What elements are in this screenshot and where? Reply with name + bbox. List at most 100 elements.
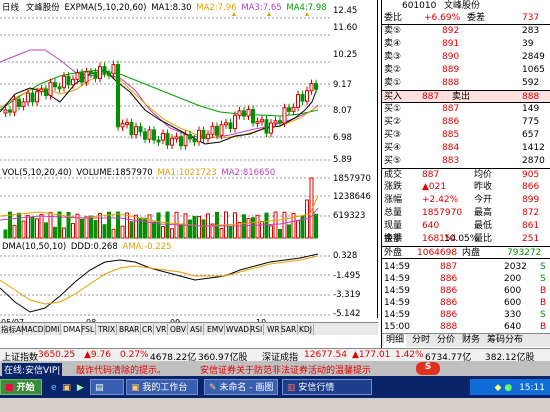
tab-wvad[interactable]: WVAD	[225, 324, 251, 335]
buy-level-row: 买① 887 149	[382, 103, 550, 116]
volume-bar	[233, 212, 237, 239]
media-icon[interactable]: ▶	[77, 383, 84, 393]
stat-value: +2.42%	[422, 195, 459, 205]
index-status-bar: 上证指数 3650.25 ▲9.76 0.27% 4678.22亿 360.97…	[0, 348, 550, 363]
candle	[152, 129, 156, 141]
candle	[192, 138, 197, 143]
candle	[273, 120, 278, 124]
tab-dmi[interactable]: DMI	[44, 324, 62, 335]
taskbar-item-workbench[interactable]: ▣ 我的工作台	[126, 379, 198, 395]
sell-level-row: 卖⑤ 892 283	[382, 25, 550, 38]
desktop-icon[interactable]: ▣	[62, 383, 71, 393]
ticker-message-2[interactable]: 安信证券关于防范非法证券活动的温馨提示	[200, 363, 371, 376]
sell-price: 892	[442, 26, 460, 36]
sell-level-row: 卖④ 891 39	[382, 38, 550, 51]
kline-chart-area[interactable]: 日线 文峰股份 EXPMA(5,10,20,60) MA1:8.30 MA2:7…	[0, 0, 378, 327]
candle	[215, 125, 219, 136]
tab-vr[interactable]: VR	[155, 324, 169, 335]
quote-stat-row: 现量 640 最低 861	[382, 220, 550, 233]
volume-bar	[192, 215, 197, 239]
tick-row: 14:59 886 330 S	[382, 309, 550, 321]
candle	[269, 122, 273, 134]
volume-bar	[255, 214, 260, 239]
tab-timeshare[interactable]: 分时	[412, 334, 430, 347]
volume-bar	[147, 214, 152, 239]
candle	[156, 139, 161, 143]
tab-emv[interactable]: EMV	[206, 324, 226, 335]
taskbar-item-paint[interactable]: ✎ 未命名 - 画图	[204, 379, 278, 395]
tray-icon[interactable]: ●	[504, 383, 512, 393]
candle	[174, 136, 179, 140]
volume-bar	[197, 216, 201, 239]
inner-label: 内盘	[462, 248, 481, 258]
outer-inner-row: 外盘 1064698 内盘 793272	[382, 246, 550, 259]
candle	[228, 122, 233, 130]
sell-volume: 2849	[522, 52, 545, 62]
buy-sell-row: 买入 887 卖出 888	[382, 90, 550, 103]
buy-volume: 2870	[522, 156, 545, 166]
volume-bar	[228, 226, 233, 239]
tab-brar[interactable]: BRAR	[118, 324, 142, 335]
tab-chip-distribution[interactable]: 筹码分布	[487, 334, 523, 347]
candle	[39, 88, 44, 93]
volume-bar	[8, 211, 12, 239]
stat-value: 861	[522, 221, 540, 231]
volume-bar	[102, 224, 107, 239]
volume-bar	[17, 212, 21, 239]
candle	[147, 129, 152, 140]
stat-label: 今开	[474, 195, 493, 205]
volume-bar	[89, 215, 93, 239]
tab-macd[interactable]: MACD	[20, 324, 46, 335]
dma-tick: -5.142	[333, 309, 361, 319]
tick-row: 15:00 888 640 B	[382, 321, 550, 333]
stat-value: ▲021	[422, 182, 447, 192]
volume-bar	[12, 224, 17, 239]
candle	[188, 134, 192, 140]
tab-asi[interactable]: ASI	[189, 324, 205, 335]
candle	[165, 132, 170, 146]
ie-icon[interactable]: e	[51, 383, 57, 393]
tab-detail[interactable]: 明细	[384, 334, 407, 347]
candle	[179, 136, 183, 147]
sell-level-row: 卖③ 890 2849	[382, 51, 550, 64]
taskbar-item-blank[interactable]: ▤	[90, 379, 124, 395]
buy-price: 884	[442, 143, 460, 153]
tab-trix[interactable]: TRIX	[97, 324, 118, 335]
sell-volume: 592	[522, 78, 540, 88]
system-tray: ◆ ● 15:11	[470, 379, 550, 395]
candle	[300, 94, 305, 102]
buy-volume: 657	[522, 130, 540, 140]
tray-icon[interactable]: ◆	[495, 383, 502, 393]
ticker-message-1[interactable]: 敲诈代码清除的提示。	[76, 363, 166, 376]
buy-level-row: 买② 886 775	[382, 116, 550, 129]
candle	[125, 121, 129, 125]
tab-price-distribution[interactable]: 分价	[437, 334, 455, 347]
turnover-row: 换手 10.05%	[382, 233, 550, 246]
buy-level-label: 买④	[384, 143, 402, 153]
candle	[12, 98, 17, 113]
tab-sar[interactable]: SAR	[280, 324, 299, 335]
price-chart[interactable]	[0, 10, 378, 167]
chart-icon: ▥	[287, 383, 296, 393]
buy-price: 887	[442, 104, 460, 114]
tab-obv[interactable]: OBV	[169, 324, 188, 335]
volume-bar	[21, 220, 26, 239]
tab-rsi[interactable]: RSI	[249, 324, 265, 335]
volume-bar	[273, 211, 278, 239]
stat-value: 866	[522, 182, 540, 192]
taskbar-item-quotes[interactable]: ▥ 安信行情	[282, 379, 372, 395]
buy-price: 883	[442, 156, 460, 166]
buy-volume: 1412	[522, 143, 545, 153]
tab-fsl[interactable]: FSL	[80, 324, 97, 335]
tab-kdj[interactable]: KDJ	[298, 324, 314, 335]
volume-chart[interactable]	[0, 176, 330, 240]
volume-bar	[84, 216, 89, 239]
quote-panel: 601010 文峰股份 委比 +6.69% 委差 737 卖⑤ 892 283 卖④ 8…	[381, 0, 550, 348]
candle	[129, 121, 134, 136]
dma-chart[interactable]	[0, 250, 330, 320]
volume-bar	[183, 213, 188, 239]
tab-finance[interactable]: 财务	[462, 334, 480, 347]
start-button[interactable]: ■ 开始	[0, 379, 42, 395]
tab-cr[interactable]: CR	[141, 324, 155, 335]
stat-label: 涨幅	[384, 195, 403, 205]
